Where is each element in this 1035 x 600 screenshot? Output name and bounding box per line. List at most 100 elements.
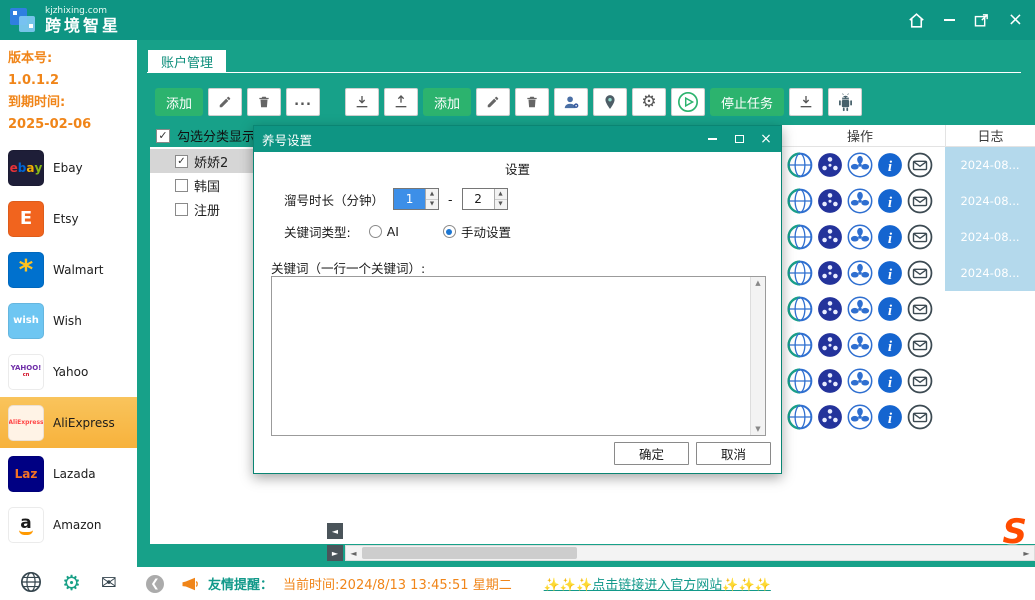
sogou-input-icon[interactable]: S: [1003, 512, 1028, 552]
more-category-button[interactable]: ...: [286, 88, 321, 116]
cancel-button[interactable]: 取消: [696, 442, 771, 465]
delete-account-button[interactable]: [515, 88, 550, 116]
message-icon[interactable]: ✉: [101, 574, 117, 593]
spin-up-icon[interactable]: ▲: [494, 189, 507, 200]
location-button[interactable]: [593, 88, 628, 116]
sidebar-item-ebay[interactable]: e b a y Ebay: [0, 142, 137, 193]
info-icon[interactable]: i: [877, 188, 903, 214]
browser-icon[interactable]: [787, 224, 813, 250]
horizontal-scrollbar[interactable]: ◄ ►: [345, 545, 1035, 561]
tree-checkbox[interactable]: [175, 202, 188, 216]
sidebar-item-walmart[interactable]: * Walmart: [0, 244, 137, 295]
browser-icon[interactable]: [787, 260, 813, 286]
sidebar-item-amazon[interactable]: a Amazon: [0, 499, 137, 550]
edit-account-button[interactable]: [476, 88, 511, 116]
fan-icon[interactable]: [847, 188, 873, 214]
fan-icon[interactable]: [847, 260, 873, 286]
tree-checkbox[interactable]: [175, 154, 188, 168]
mail-icon[interactable]: [907, 296, 933, 322]
sidebar-item-aliexpress[interactable]: AliExpress AliExpress: [0, 397, 137, 448]
scroll-down-icon[interactable]: ▼: [755, 425, 760, 433]
fan-icon[interactable]: [847, 368, 873, 394]
film-reel-icon[interactable]: [817, 296, 843, 322]
fan-icon[interactable]: [847, 332, 873, 358]
home-button[interactable]: [907, 11, 926, 30]
film-reel-icon[interactable]: [817, 332, 843, 358]
user-settings-button[interactable]: [554, 88, 589, 116]
browser-icon[interactable]: [787, 152, 813, 178]
globe-icon[interactable]: [20, 571, 42, 597]
info-icon[interactable]: i: [877, 152, 903, 178]
add-category-button[interactable]: 添加: [155, 88, 204, 116]
mail-icon[interactable]: [907, 404, 933, 430]
stop-task-button[interactable]: 停止任务: [710, 88, 785, 116]
browser-icon[interactable]: [787, 296, 813, 322]
browser-icon[interactable]: [787, 188, 813, 214]
duration-max-spinner[interactable]: 2 ▲ ▼: [461, 188, 508, 210]
dialog-close-button[interactable]: ×: [759, 131, 773, 147]
import-button[interactable]: [345, 88, 379, 116]
statusbar-collapse-button[interactable]: ❮: [146, 574, 164, 593]
keywords-textarea[interactable]: ▲ ▼: [271, 276, 766, 436]
android-button[interactable]: [828, 88, 863, 116]
maximize-button[interactable]: [973, 12, 990, 29]
mail-icon[interactable]: [907, 260, 933, 286]
export-button[interactable]: [384, 88, 418, 116]
settings-button[interactable]: ⚙: [632, 88, 667, 116]
expand-right-button[interactable]: ►: [327, 545, 343, 561]
mail-icon[interactable]: [907, 368, 933, 394]
minimize-button[interactable]: [943, 19, 955, 21]
fan-icon[interactable]: [847, 152, 873, 178]
sidebar-item-lazada[interactable]: Laz Lazada: [0, 448, 137, 499]
info-icon[interactable]: i: [877, 332, 903, 358]
category-display-checkbox[interactable]: [156, 128, 170, 143]
film-reel-icon[interactable]: [817, 260, 843, 286]
delete-category-button[interactable]: [247, 88, 282, 116]
scrollbar-thumb[interactable]: [362, 547, 577, 559]
dialog-maximize-button[interactable]: [732, 132, 746, 146]
mail-icon[interactable]: [907, 224, 933, 250]
official-site-link[interactable]: ✨✨✨点击链接进入官方网站✨✨✨: [544, 574, 771, 593]
duration-min-value[interactable]: 1: [394, 189, 426, 209]
sidebar-item-etsy[interactable]: E Etsy: [0, 193, 137, 244]
mail-icon[interactable]: [907, 152, 933, 178]
mail-icon[interactable]: [907, 332, 933, 358]
dialog-titlebar[interactable]: 养号设置 ×: [254, 126, 781, 152]
info-icon[interactable]: i: [877, 296, 903, 322]
tab-account-management[interactable]: 账户管理: [148, 50, 227, 73]
film-reel-icon[interactable]: [817, 224, 843, 250]
spin-down-icon[interactable]: ▼: [494, 199, 507, 209]
info-icon[interactable]: i: [877, 260, 903, 286]
info-icon[interactable]: i: [877, 224, 903, 250]
info-icon[interactable]: i: [877, 368, 903, 394]
close-button[interactable]: ×: [1008, 11, 1023, 29]
scroll-left-icon[interactable]: ◄: [346, 549, 361, 558]
add-account-button[interactable]: 添加: [423, 88, 472, 116]
browser-icon[interactable]: [787, 368, 813, 394]
browser-icon[interactable]: [787, 332, 813, 358]
start-task-button[interactable]: [671, 88, 706, 116]
download-button[interactable]: [789, 88, 824, 116]
browser-icon[interactable]: [787, 404, 813, 430]
spin-up-icon[interactable]: ▲: [426, 189, 439, 200]
radio-manual[interactable]: [442, 225, 456, 238]
edit-category-button[interactable]: [208, 88, 243, 116]
film-reel-icon[interactable]: [817, 188, 843, 214]
film-reel-icon[interactable]: [817, 404, 843, 430]
film-reel-icon[interactable]: [817, 368, 843, 394]
sidebar-item-wish[interactable]: wish Wish: [0, 295, 137, 346]
sidebar-item-yahoo[interactable]: YAHOO! cn Yahoo: [0, 346, 137, 397]
settings-gear-icon[interactable]: ⚙: [62, 573, 81, 594]
radio-ai[interactable]: [368, 225, 382, 238]
film-reel-icon[interactable]: [817, 152, 843, 178]
fan-icon[interactable]: [847, 224, 873, 250]
collapse-left-button[interactable]: ◄: [327, 523, 343, 539]
info-icon[interactable]: i: [877, 404, 903, 430]
textarea-scrollbar[interactable]: ▲ ▼: [750, 277, 765, 435]
fan-icon[interactable]: [847, 296, 873, 322]
ok-button[interactable]: 确定: [614, 442, 689, 465]
fan-icon[interactable]: [847, 404, 873, 430]
tree-checkbox[interactable]: [175, 178, 188, 192]
spin-down-icon[interactable]: ▼: [426, 199, 439, 209]
duration-min-spinner[interactable]: 1 ▲ ▼: [393, 188, 440, 210]
